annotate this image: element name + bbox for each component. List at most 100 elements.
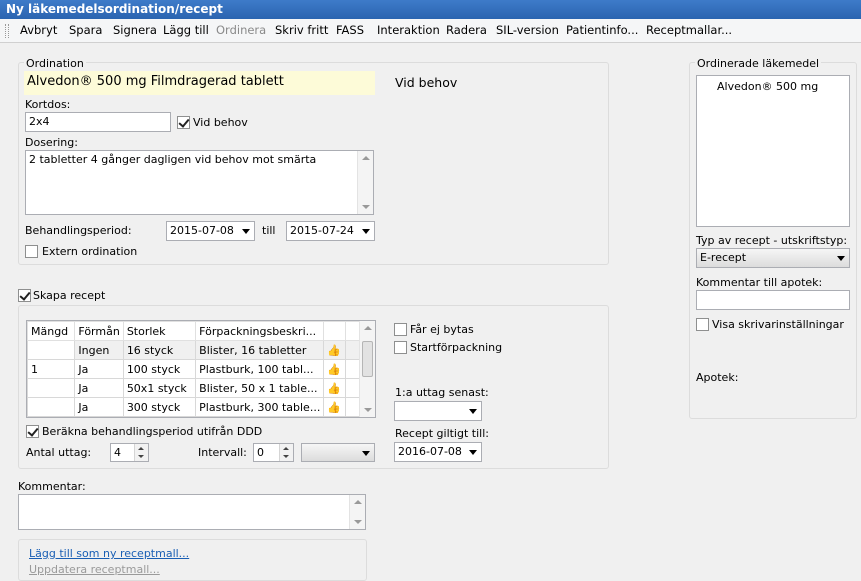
col-forman[interactable]: Förmån (74, 321, 124, 341)
extern-ordination-checkbox[interactable] (25, 245, 38, 258)
kommentar-apotek-label: Kommentar till apotek: (696, 276, 823, 289)
intervall-stepper[interactable]: 0 (253, 443, 294, 462)
kommentar-label: Kommentar: (18, 480, 86, 493)
visa-skrivar-checkbox[interactable] (696, 318, 709, 331)
col-forpackning[interactable]: Förpackningsbeskri... (195, 321, 325, 341)
intervall-label: Intervall: (198, 446, 247, 459)
typ-av-recept-label: Typ av recept - utskriftstyp: (696, 234, 848, 247)
menu-fass[interactable]: FASS (336, 23, 364, 37)
dosering-label: Dosering: (25, 136, 78, 149)
vid-behov-checkbox[interactable] (177, 116, 190, 129)
menu-sil-version[interactable]: SIL-version (496, 23, 559, 37)
menu-ordinera[interactable]: Ordinera (216, 23, 266, 37)
dosering-text: 2 tabletter 4 gånger dagligen vid behov … (29, 153, 317, 166)
cell-extra (345, 340, 360, 360)
kommentar-apotek-input[interactable] (696, 290, 850, 310)
far-ej-bytas-checkbox[interactable] (394, 323, 407, 336)
cell-storlek: 50x1 styck (122, 378, 197, 398)
window-title: Ny läkemedelsordination/recept (0, 0, 861, 19)
thumbs-up-icon[interactable]: 👍 (327, 401, 341, 414)
col-action (323, 321, 347, 341)
recept-giltigt-label: Recept giltigt till: (395, 427, 489, 440)
startforpackning-checkbox[interactable] (394, 341, 407, 354)
menu-spara[interactable]: Spara (69, 23, 102, 37)
chevron-down-icon (362, 229, 370, 234)
menu-receptmallar[interactable]: Receptmallar... (646, 23, 732, 37)
cell-mangd[interactable] (27, 378, 76, 398)
menu-interaktion[interactable]: Interaktion (377, 23, 440, 37)
ordinerade-list[interactable]: Alvedon® 500 mg (696, 75, 850, 227)
thumbs-up-icon[interactable]: 👍 (327, 363, 341, 376)
startforpackning-label[interactable]: Startförpackning (410, 341, 502, 354)
scroll-down-icon[interactable] (354, 520, 362, 524)
cell-action[interactable]: 👍 (323, 397, 347, 417)
skapa-recept-label[interactable]: Skapa recept (33, 289, 105, 302)
period-to-value: 2015-07-24 (290, 224, 354, 237)
scroll-up-icon[interactable] (364, 326, 372, 330)
dosering-textarea[interactable]: 2 tabletter 4 gånger dagligen vid behov … (25, 150, 374, 215)
package-table-scrollbar[interactable] (359, 321, 375, 417)
menu-radera[interactable]: Radera (446, 23, 487, 37)
berakna-ddd-checkbox[interactable] (26, 425, 39, 438)
intervall-value: 0 (257, 446, 264, 459)
recept-giltigt-date[interactable]: 2016-07-08 (394, 442, 482, 462)
thumbs-up-icon[interactable]: 👍 (327, 382, 341, 395)
kortdos-input[interactable]: 2x4 (25, 112, 171, 132)
table-row[interactable]: Ingen 16 styck Blister, 16 tabletter 👍 (27, 340, 360, 360)
col-storlek[interactable]: Storlek (122, 321, 197, 341)
chevron-down-icon (469, 409, 477, 414)
typ-av-recept-select[interactable]: E-recept (696, 248, 850, 268)
berakna-ddd-label[interactable]: Beräkna behandlingsperiod utifrån DDD (42, 425, 262, 438)
forsta-uttag-label: 1:a uttag senast: (395, 386, 489, 399)
cell-action[interactable]: 👍 (323, 359, 347, 379)
forsta-uttag-date[interactable] (394, 401, 482, 421)
menu-patientinfo[interactable]: Patientinfo... (566, 23, 638, 37)
cell-mangd[interactable]: 1 (27, 359, 76, 379)
cell-forman: Ja (74, 397, 124, 417)
table-header-row: Mängd Förmån Storlek Förpackningsbeskri.… (27, 321, 360, 341)
stepper-arrows-icon[interactable] (134, 444, 148, 461)
kommentar-scrollbar[interactable] (349, 495, 365, 529)
cell-extra (345, 359, 360, 379)
scroll-up-icon[interactable] (362, 156, 370, 160)
ordinerade-list-item[interactable]: Alvedon® 500 mg (697, 76, 849, 93)
visa-skrivar-label[interactable]: Visa skrivarinställningar (712, 318, 844, 331)
cell-forpackning: Plastburk, 300 table... (195, 397, 325, 417)
table-row[interactable]: 1 Ja 100 styck Plastburk, 100 tabl... 👍 (27, 359, 360, 379)
thumbs-up-icon[interactable]: 👍 (327, 344, 341, 357)
cell-mangd[interactable] (27, 340, 76, 360)
scroll-thumb[interactable] (362, 341, 373, 377)
antal-uttag-label: Antal uttag: (26, 446, 92, 459)
far-ej-bytas-label[interactable]: Får ej bytas (410, 323, 474, 336)
menu-skriv-fritt[interactable]: Skriv fritt (275, 23, 328, 37)
vid-behov-checkbox-label[interactable]: Vid behov (193, 116, 248, 129)
cell-mangd[interactable] (27, 397, 76, 417)
menu-lagg-till[interactable]: Lägg till (163, 23, 209, 37)
skapa-recept-checkbox[interactable] (18, 289, 31, 302)
menu-signera[interactable]: Signera (113, 23, 157, 37)
kommentar-textarea[interactable] (18, 494, 366, 530)
antal-uttag-stepper[interactable]: 4 (110, 443, 149, 462)
update-receptmall-link[interactable]: Uppdatera receptmall... (29, 563, 160, 576)
till-label: till (262, 224, 276, 237)
table-row[interactable]: Ja 300 styck Plastburk, 300 table... 👍 (27, 397, 360, 417)
scroll-down-icon[interactable] (362, 205, 370, 209)
dosering-scrollbar[interactable] (357, 151, 373, 214)
intervall-unit-select[interactable] (301, 443, 375, 462)
typ-av-recept-value: E-recept (700, 251, 747, 264)
cell-action[interactable]: 👍 (323, 378, 347, 398)
extern-ordination-label[interactable]: Extern ordination (42, 245, 137, 258)
cell-forman: Ingen (74, 340, 124, 360)
stepper-arrows-icon[interactable] (279, 444, 293, 461)
cell-action[interactable]: 👍 (323, 340, 347, 360)
table-row[interactable]: Ja 50x1 styck Blister, 50 x 1 table... 👍 (27, 378, 360, 398)
add-receptmall-link[interactable]: Lägg till som ny receptmall... (29, 547, 189, 560)
menu-avbryt[interactable]: Avbryt (20, 23, 57, 37)
package-table-container: Mängd Förmån Storlek Förpackningsbeskri.… (26, 320, 376, 418)
scroll-down-icon[interactable] (364, 408, 372, 412)
col-mangd[interactable]: Mängd (27, 321, 76, 341)
ordinerade-label: Ordinerade läkemedel (695, 57, 822, 70)
scroll-up-icon[interactable] (354, 500, 362, 504)
period-to-date[interactable]: 2015-07-24 (286, 221, 375, 241)
period-from-date[interactable]: 2015-07-08 (166, 221, 255, 241)
